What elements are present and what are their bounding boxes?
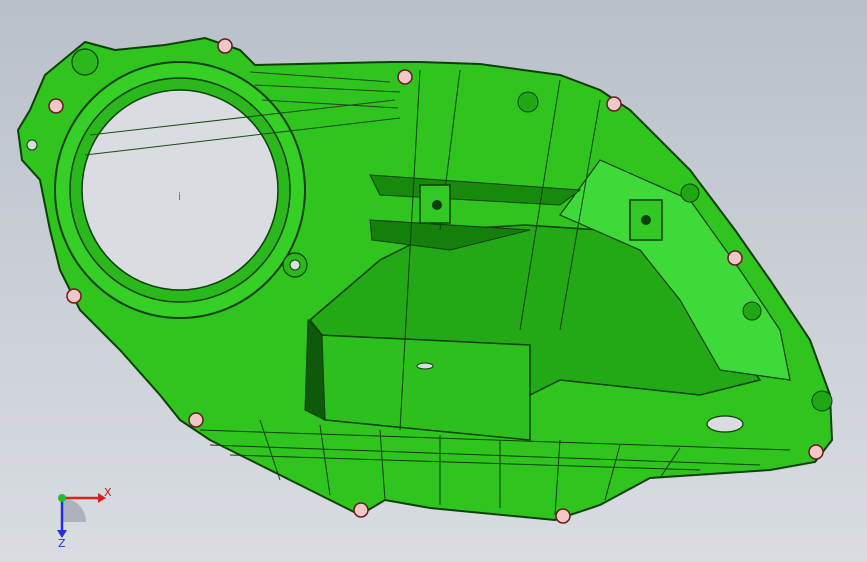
3d-viewport[interactable]: i X Z <box>0 0 867 562</box>
bolt-icon <box>217 38 233 54</box>
deep-pocket <box>304 318 326 421</box>
ball-stud-3 <box>742 301 762 321</box>
bolt-icon <box>606 96 622 112</box>
right-bracket-hole <box>641 215 651 225</box>
bolt-icon <box>66 288 82 304</box>
triad-shading <box>62 498 86 522</box>
ball-stud-1 <box>517 91 539 113</box>
boss-hole-1-inner <box>289 259 301 271</box>
cad-model-view[interactable]: i <box>0 0 867 562</box>
bolt-icon <box>188 412 204 428</box>
bolt-icon <box>353 502 369 518</box>
x-axis-label: X <box>104 486 112 499</box>
bolt-icon <box>397 69 413 85</box>
bolt-icon <box>808 444 824 460</box>
boss-hole-2 <box>71 48 99 76</box>
boss-hole-3 <box>26 139 38 151</box>
oval-slot <box>706 415 744 433</box>
bolt-icon <box>727 250 743 266</box>
bolt-icon <box>48 98 64 114</box>
ball-stud-2 <box>680 183 700 203</box>
bolt-icon <box>555 508 571 524</box>
left-bracket-hole <box>432 200 442 210</box>
y-axis-dot <box>58 494 66 502</box>
z-axis-label: Z <box>58 537 66 548</box>
viewport-center-marker: i <box>178 190 181 203</box>
ball-stud-4 <box>811 390 833 412</box>
coordinate-triad: X Z <box>57 486 112 548</box>
small-slot <box>416 362 434 370</box>
